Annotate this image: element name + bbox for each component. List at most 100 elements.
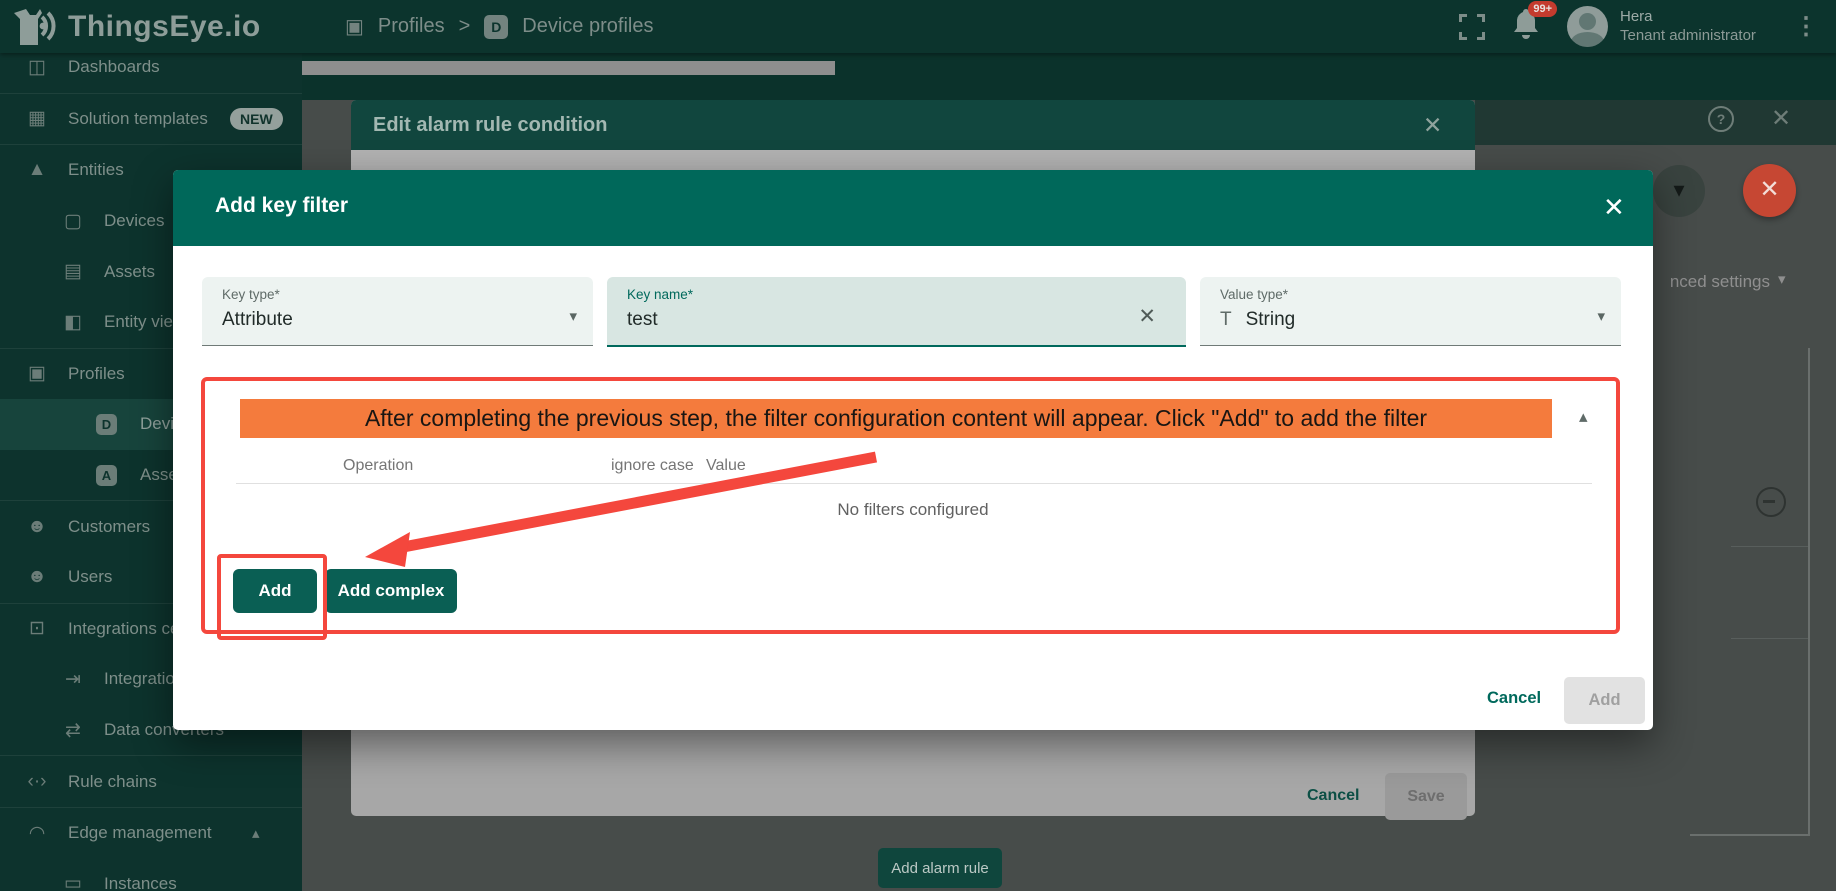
annotation-arrow [173,170,1653,730]
edit-dialog-title: Edit alarm rule condition [373,114,607,137]
dialog-cancel-button[interactable]: Cancel [1481,688,1547,709]
sidebar-item-edge-management[interactable]: ◠ Edge management ▴ [0,807,302,859]
chevron-down-icon[interactable]: ▾ [1778,270,1786,288]
edit-dialog-save-button[interactable]: Save [1385,773,1467,820]
value-type-label: Value type* [1220,287,1288,302]
add-alarm-rule-button[interactable]: Add alarm rule [878,848,1002,888]
dashboards-icon: ◫ [24,56,50,79]
help-icon[interactable]: ? [1708,106,1734,132]
entities-icon: ▲ [24,159,50,181]
breadcrumb-page[interactable]: Device profiles [522,15,653,38]
add-complex-button[interactable]: Add complex [325,569,457,613]
kebab-menu-icon[interactable]: ⋮ [1794,12,1818,41]
key-type-label: Key type* [222,287,280,302]
breadcrumb-separator: > [459,15,471,38]
key-name-value: test [627,309,658,331]
chevron-down-icon[interactable]: ▾ [569,307,577,325]
integrations-icon: ⇥ [60,668,86,691]
string-type-icon: T [1220,309,1232,331]
sidebar-item-solution-templates[interactable]: ▦ Solution templates NEW [0,93,302,145]
add-filter-button[interactable]: Add [233,569,317,613]
close-icon[interactable]: ✕ [1771,104,1791,133]
key-name-label: Key name* [627,287,693,302]
edit-dialog-cancel-button[interactable]: Cancel [1301,786,1365,806]
chevron-up-icon[interactable]: ▴ [252,824,260,842]
add-key-filter-dialog: Add key filter ✕ Key type* Attribute ▾ K… [173,170,1653,730]
sidebar-item-label: Dashboards [68,57,160,77]
background-table-header-strip [302,61,835,75]
sidebar-item-label: Solution templates [68,109,208,129]
table-header-divider [236,483,1592,484]
column-header-value: Value [706,457,746,475]
sidebar-item-label: Profiles [68,364,125,384]
column-header-ignore-case: ignore case [611,457,694,475]
expand-fab-chevron-down-icon[interactable]: ▾ [1653,165,1705,217]
notifications[interactable]: 99+ [1511,7,1545,47]
edge-management-icon: ◠ [24,822,50,845]
profiles-icon: ▣ [24,362,50,385]
value-type-field[interactable]: Value type* T String ▾ [1200,277,1621,346]
background-panel-border [1808,348,1810,834]
sidebar-item-label: Entities [68,160,124,180]
customers-icon: ☻ [24,516,50,538]
add-key-filter-title: Add key filter [215,194,348,218]
key-type-value: Attribute [222,309,293,331]
close-icon[interactable]: ✕ [1597,191,1631,224]
solution-templates-icon: ▦ [24,107,50,130]
sidebar-item-label: Customers [68,517,150,537]
add-key-filter-header [173,170,1653,246]
remove-circle-icon[interactable] [1756,487,1786,517]
logo-text: ThingsEye.io [68,10,261,44]
breadcrumb-section[interactable]: Profiles [378,15,445,38]
profiles-badge-icon: ▣ [345,14,364,39]
device-profiles-icon: D [484,15,508,39]
breadcrumb: ▣ Profiles > D Device profiles [345,0,653,53]
notification-badge: 99+ [1528,1,1557,17]
sidebar-item-dashboards[interactable]: ◫ Dashboards [0,53,302,93]
sidebar-item-instances[interactable]: ▭ Instances [0,859,302,891]
sidebar-item-label: Edge management [68,823,212,843]
instances-icon: ▭ [60,872,86,891]
annotation-banner: After completing the previous step, the … [240,399,1552,438]
logo[interactable]: ThingsEye.io [12,6,261,48]
sidebar-item-rule-chains[interactable]: ‹·›Rule chains [0,755,302,807]
key-type-field[interactable]: Key type* Attribute ▾ [202,277,593,346]
no-filters-text: No filters configured [173,500,1653,520]
value-type-text: String [1246,309,1296,330]
collapse-panel-icon[interactable]: ▴ [1579,407,1588,427]
fullscreen-icon[interactable] [1459,14,1485,40]
users-icon: ☻ [24,566,50,588]
device-profiles-icon: D [96,414,117,435]
close-icon[interactable]: ✕ [1423,112,1442,139]
clear-icon[interactable]: ✕ [1132,303,1162,330]
app-header: ThingsEye.io ▣ Profiles > D Device profi… [0,0,1836,53]
background-row-line [1731,546,1808,547]
header-right: 99+ Hera Tenant administrator ⋮ [1459,0,1836,53]
column-header-operation: Operation [343,457,413,475]
sidebar-item-label: Devices [104,211,164,231]
user-block[interactable]: Hera Tenant administrator [1620,8,1780,46]
cancel-edit-fab-close-icon[interactable]: ✕ [1743,164,1796,217]
devices-icon: ▢ [60,210,86,233]
avatar[interactable] [1567,6,1608,47]
key-name-field[interactable]: Key name* test ✕ [607,277,1186,347]
dialog-add-button-disabled[interactable]: Add [1564,677,1645,724]
data-converters-icon: ⇄ [60,719,86,742]
sidebar-item-label: Instances [104,874,177,891]
logo-icon [12,7,58,47]
entity-views-icon: ◧ [60,311,86,334]
background-row-line [1731,638,1808,639]
chevron-down-icon[interactable]: ▾ [1597,307,1605,325]
sidebar-item-label: Assets [104,262,155,282]
assets-icon: ▤ [60,260,86,283]
background-panel-border-bottom [1690,834,1810,836]
avatar-body [1571,32,1604,47]
sidebar-item-label: Users [68,567,112,587]
asset-profiles-icon: A [96,465,117,486]
sidebar-item-label: Rule chains [68,772,157,792]
integrations-center-icon: ⊡ [24,617,50,640]
user-role: Tenant administrator [1620,27,1780,46]
user-name: Hera [1620,8,1780,27]
new-badge: NEW [230,108,283,130]
avatar-head [1579,13,1596,30]
